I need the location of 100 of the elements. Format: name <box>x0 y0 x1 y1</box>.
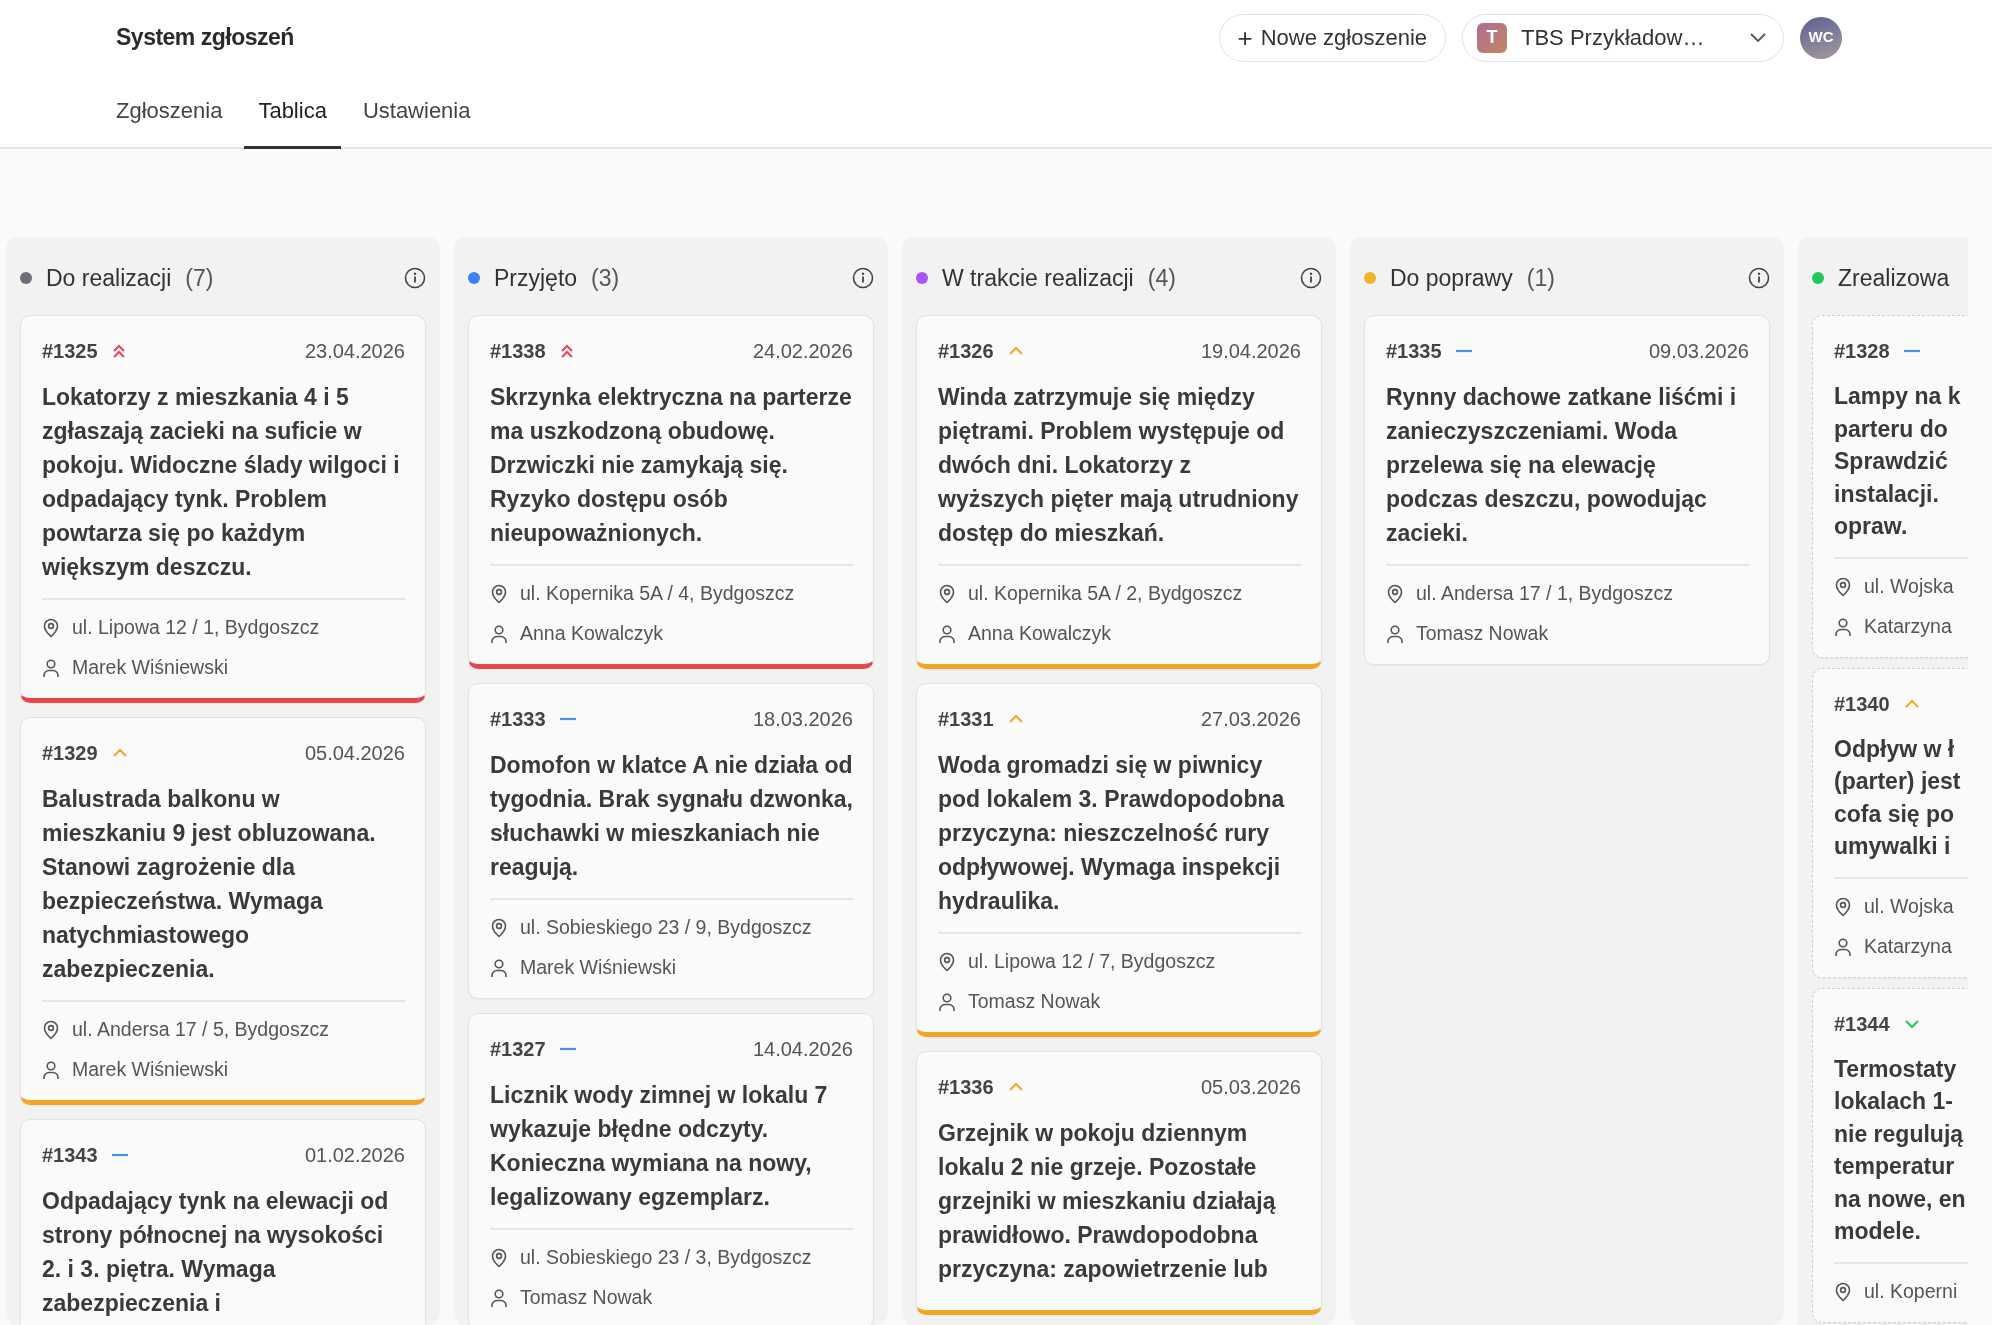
ticket-description: Odpływ w ł (parter) jest cofa się po umywalki i <box>1834 734 1962 861</box>
ticket-id: #1333 <box>490 707 546 732</box>
location-pin-icon <box>1834 896 1852 917</box>
ticket-assignee: Katarzyna <box>1864 933 1952 959</box>
column-count: (7) <box>185 263 214 293</box>
column-count: (3) <box>591 263 620 293</box>
ticket-description: Woda gromadzi się w piwnicy pod lokalem 3. Prawdopodobna przyczyna: nieszczelność rury odpływowej. Wymaga inspekcji hydraulika. <box>938 751 1286 916</box>
dash-icon <box>559 717 576 721</box>
ticket-address: ul. Sobieskiego 23 / 3, Bydgoszcz <box>520 1245 812 1271</box>
column-title: Do poprawy <box>1390 263 1513 293</box>
ticket-description: Lokatorzy z mieszkania 4 i 5 zgłaszają zacieki na suficie w pokoju. Widoczne ślady wilgoci i odpadający tynk. Problem powtarza się po każdym większym deszczu. <box>42 383 401 582</box>
ticket-card[interactable]: #1336 05.03.2026 Grzejnik w pokoju dziennym lokalu 2 nie grzeje. Pozostałe grzejniki w mieszkaniu działają prawidłowo. Prawdopodobna przyczyna: zapowietrzenie lub <box>916 1051 1322 1315</box>
person-icon <box>490 1288 508 1308</box>
location-pin-icon <box>42 1020 60 1040</box>
info-icon[interactable] <box>852 267 874 289</box>
ticket-address: ul. Koperni <box>1864 1278 1958 1304</box>
info-icon[interactable] <box>404 267 426 289</box>
location-pin-icon <box>490 918 508 938</box>
info-icon[interactable] <box>1300 267 1322 289</box>
ticket-description: Winda zatrzymuje się między piętrami. Problem występuje od dwóch dni. Lokatorzy z wyższych pięter mają utrudniony dostęp do mieszkań. <box>938 383 1300 548</box>
ticket-id: #1338 <box>490 339 546 364</box>
person-icon <box>1386 624 1404 644</box>
column-count: (4) <box>1147 263 1176 293</box>
ticket-date: 19.04.2026 <box>1200 339 1301 364</box>
dash-icon <box>559 1047 576 1051</box>
location-pin-icon <box>1834 576 1852 597</box>
tab[interactable]: Zgłoszenia <box>116 75 237 149</box>
person-icon <box>938 992 956 1012</box>
ticket-id: #1328 <box>1834 339 1890 364</box>
chevron-up-icon <box>1007 346 1024 356</box>
person-icon <box>42 658 60 678</box>
ticket-date: 01.02.2026 <box>304 1143 405 1168</box>
ticket-assignee: Marek Wiśniewski <box>72 1057 229 1083</box>
ticket-id: #1344 <box>1834 1011 1890 1037</box>
ticket-card[interactable]: #1335 09.03.2026 Rynny dachowe zatkane liśćmi i zanieczyszczeniami. Woda przelewa się na elewację podczas deszczu, powodując zacieki. ul. Andersa 17 / 1, Bydgoszcz Tomasz Nowak <box>1364 315 1770 665</box>
ticket-address: ul. Kopernika 5A / 2, Bydgoszcz <box>968 581 1243 607</box>
user-avatar[interactable]: WC <box>1800 16 1842 59</box>
ticket-card[interactable]: #1338 24.02.2026 Skrzynka elektryczna na parterze ma uszkodzoną obudowę. Drzwiczki nie zamykają się. Ryzyko dostępu osób nieupoważnionych. ul. Kopernika 5A / 4, Bydgoszcz Anna Kowalczyk <box>468 315 874 669</box>
location-pin-icon <box>1834 1281 1852 1302</box>
ticket-card[interactable]: #1326 19.04.2026 Winda zatrzymuje się między piętrami. Problem występuje od dwóch dni. Lokatorzy z wyższych pięter mają utrudniony dostęp do mieszkań. ul. Kopernika 5A / 2, Bydgoszcz Anna Kowalczyk <box>916 315 1322 669</box>
location-pin-icon <box>938 952 956 972</box>
ticket-card[interactable] <box>20 315 426 703</box>
chevron-up-icon <box>1007 714 1024 724</box>
dash-icon <box>1903 349 1920 353</box>
ticket-assignee: Marek Wiśniewski <box>72 655 229 681</box>
column-title: W trakcie realizacji <box>942 263 1134 293</box>
column-title: Zrealizowa <box>1838 263 1950 293</box>
ticket-address: ul. Lipowa 12 / 1, Bydgoszcz <box>72 615 320 641</box>
tab[interactable]: Ustawienia <box>348 75 485 149</box>
ticket-address: ul. Lipowa 12 / 7, Bydgoszcz <box>968 949 1216 975</box>
ticket-card[interactable]: #1340 Odpływ w ł (parter) jest cofa się po umywalki i ul. Wojska Katarzyna <box>1812 667 1968 978</box>
ticket-description: Skrzynka elektryczna na parterze ma uszkodzoną obudowę. Drzwiczki nie zamykają się. Ryzyko dostępu osób nieupoważnionych. <box>490 383 853 548</box>
double-chevron-up-icon <box>111 343 126 359</box>
ticket-card[interactable]: #1343 01.02.2026 Odpadający tynk na elewacji od strony północnej na wysokości 2. i 3. piętra. Wymaga zabezpieczenia i <box>20 1119 426 1325</box>
ticket-date: 09.03.2026 <box>1648 339 1749 364</box>
ticket-card[interactable]: #1329 05.04.2026 Balustrada balkonu w mieszkaniu 9 jest obluzowana. Stanowi zagrożenie dla bezpieczeństwa. Wymaga natychmiastowego zabezpieczenia. ul. Andersa 17 / 5, Bydgoszcz Marek Wiśniewski <box>20 717 426 1105</box>
ticket-date: 18.03.2026 <box>752 707 853 732</box>
column-title: Przyjęto <box>494 263 578 293</box>
double-chevron-up-icon <box>559 343 574 359</box>
ticket-id: #1340 <box>1834 691 1890 717</box>
ticket-address: ul. Kopernika 5A / 4, Bydgoszcz <box>520 581 795 607</box>
ticket-card[interactable]: #1344 Termostaty lokalach 1- nie regulują temperatur na nowe, en modele. ul. Koperni <box>1812 987 1968 1323</box>
workspace-dropdown[interactable]: T TBS Przykładow… <box>1462 13 1784 62</box>
chevron-down-icon <box>1903 1018 1920 1029</box>
ticket-description: Termostaty lokalach 1- nie regulują temperatur na nowe, en modele. <box>1834 1054 1967 1246</box>
ticket-description: Balustrada balkonu w mieszkaniu 9 jest obluzowana. Stanowi zagrożenie dla bezpieczeństwa. Wymaga natychmiastowego zabezpieczenia. <box>42 785 377 984</box>
ticket-assignee: Tomasz Nowak <box>1416 621 1549 647</box>
ticket-description: Odpadający tynk na elewacji od strony północnej na wysokości 2. i 3. piętra. Wymaga zabezpieczenia i <box>42 1187 390 1318</box>
ticket-id: #1329 <box>42 741 98 766</box>
person-icon <box>938 624 956 644</box>
ticket-assignee: Anna Kowalczyk <box>968 621 1112 647</box>
location-pin-icon <box>490 584 508 604</box>
ticket-date: 05.03.2026 <box>1200 1075 1301 1100</box>
ticket-id: #1335 <box>1386 339 1442 364</box>
column-title: Do realizacji <box>46 263 172 293</box>
info-icon[interactable] <box>1748 267 1770 289</box>
workspace-logo: T <box>1477 22 1507 53</box>
ticket-id: #1331 <box>938 707 994 732</box>
person-icon <box>42 1060 60 1080</box>
chevron-up-icon <box>1903 698 1920 709</box>
ticket-date: 05.04.2026 <box>304 741 405 766</box>
ticket-description: Rynny dachowe zatkane liśćmi i zanieczyszczeniami. Woda przelewa się na elewację podczas deszczu, powodując zacieki. <box>1386 383 1738 548</box>
dash-icon <box>1455 349 1472 353</box>
chevron-up-icon <box>1007 1082 1024 1092</box>
ticket-description: Licznik wody zimnej w lokalu 7 wykazuje błędne odczyty. Konieczna wymiana na nowy, legalizowany egzemplarz. <box>490 1081 829 1212</box>
ticket-address: ul. Sobieskiego 23 / 9, Bydgoszcz <box>520 915 812 941</box>
ticket-card[interactable]: #1327 14.04.2026 Licznik wody zimnej w lokalu 7 wykazuje błędne odczyty. Konieczna wymiana na nowy, legalizowany egzemplarz. ul. Sobieskiego 23 / 3, Bydgoszcz Tomasz Nowak <box>468 1013 874 1325</box>
ticket-description: Domofon w klatce A nie działa od tygodnia. Brak sygnału dzwonka, słuchawki w mieszkaniach nie reagują. <box>490 751 853 882</box>
ticket-description: Lampy na k parteru do Sprawdzić instalacji. opraw. <box>1834 382 1962 541</box>
tab[interactable]: Tablica <box>244 75 341 149</box>
ticket-id: #1326 <box>938 339 994 364</box>
location-pin-icon <box>1386 584 1404 604</box>
ticket-id: #1336 <box>938 1075 994 1100</box>
ticket-card[interactable]: #1331 27.03.2026 Woda gromadzi się w piwnicy pod lokalem 3. Prawdopodobna przyczyna: nieszczelność rury odpływowej. Wymaga inspekcji hydraulika. ul. Lipowa 12 / 7, Bydgoszcz Tomasz Nowak <box>916 683 1322 1037</box>
ticket-date: 24.02.2026 <box>752 339 853 364</box>
ticket-assignee: Katarzyna <box>1864 613 1952 639</box>
ticket-card[interactable]: #1328 Lampy na k parteru do Sprawdzić instalacji. opraw. ul. Wojska Katarzyna <box>1812 315 1968 658</box>
new-ticket-button[interactable]: + Nowe zgłoszenie <box>1218 13 1446 62</box>
chevron-down-icon <box>1749 32 1767 43</box>
ticket-card[interactable]: #1333 18.03.2026 Domofon w klatce A nie działa od tygodnia. Brak sygnału dzwonka, słuchawki w mieszkaniach nie reagują. ul. Sobieskiego 23 / 9, Bydgoszcz Marek Wiśniewski <box>468 683 874 999</box>
